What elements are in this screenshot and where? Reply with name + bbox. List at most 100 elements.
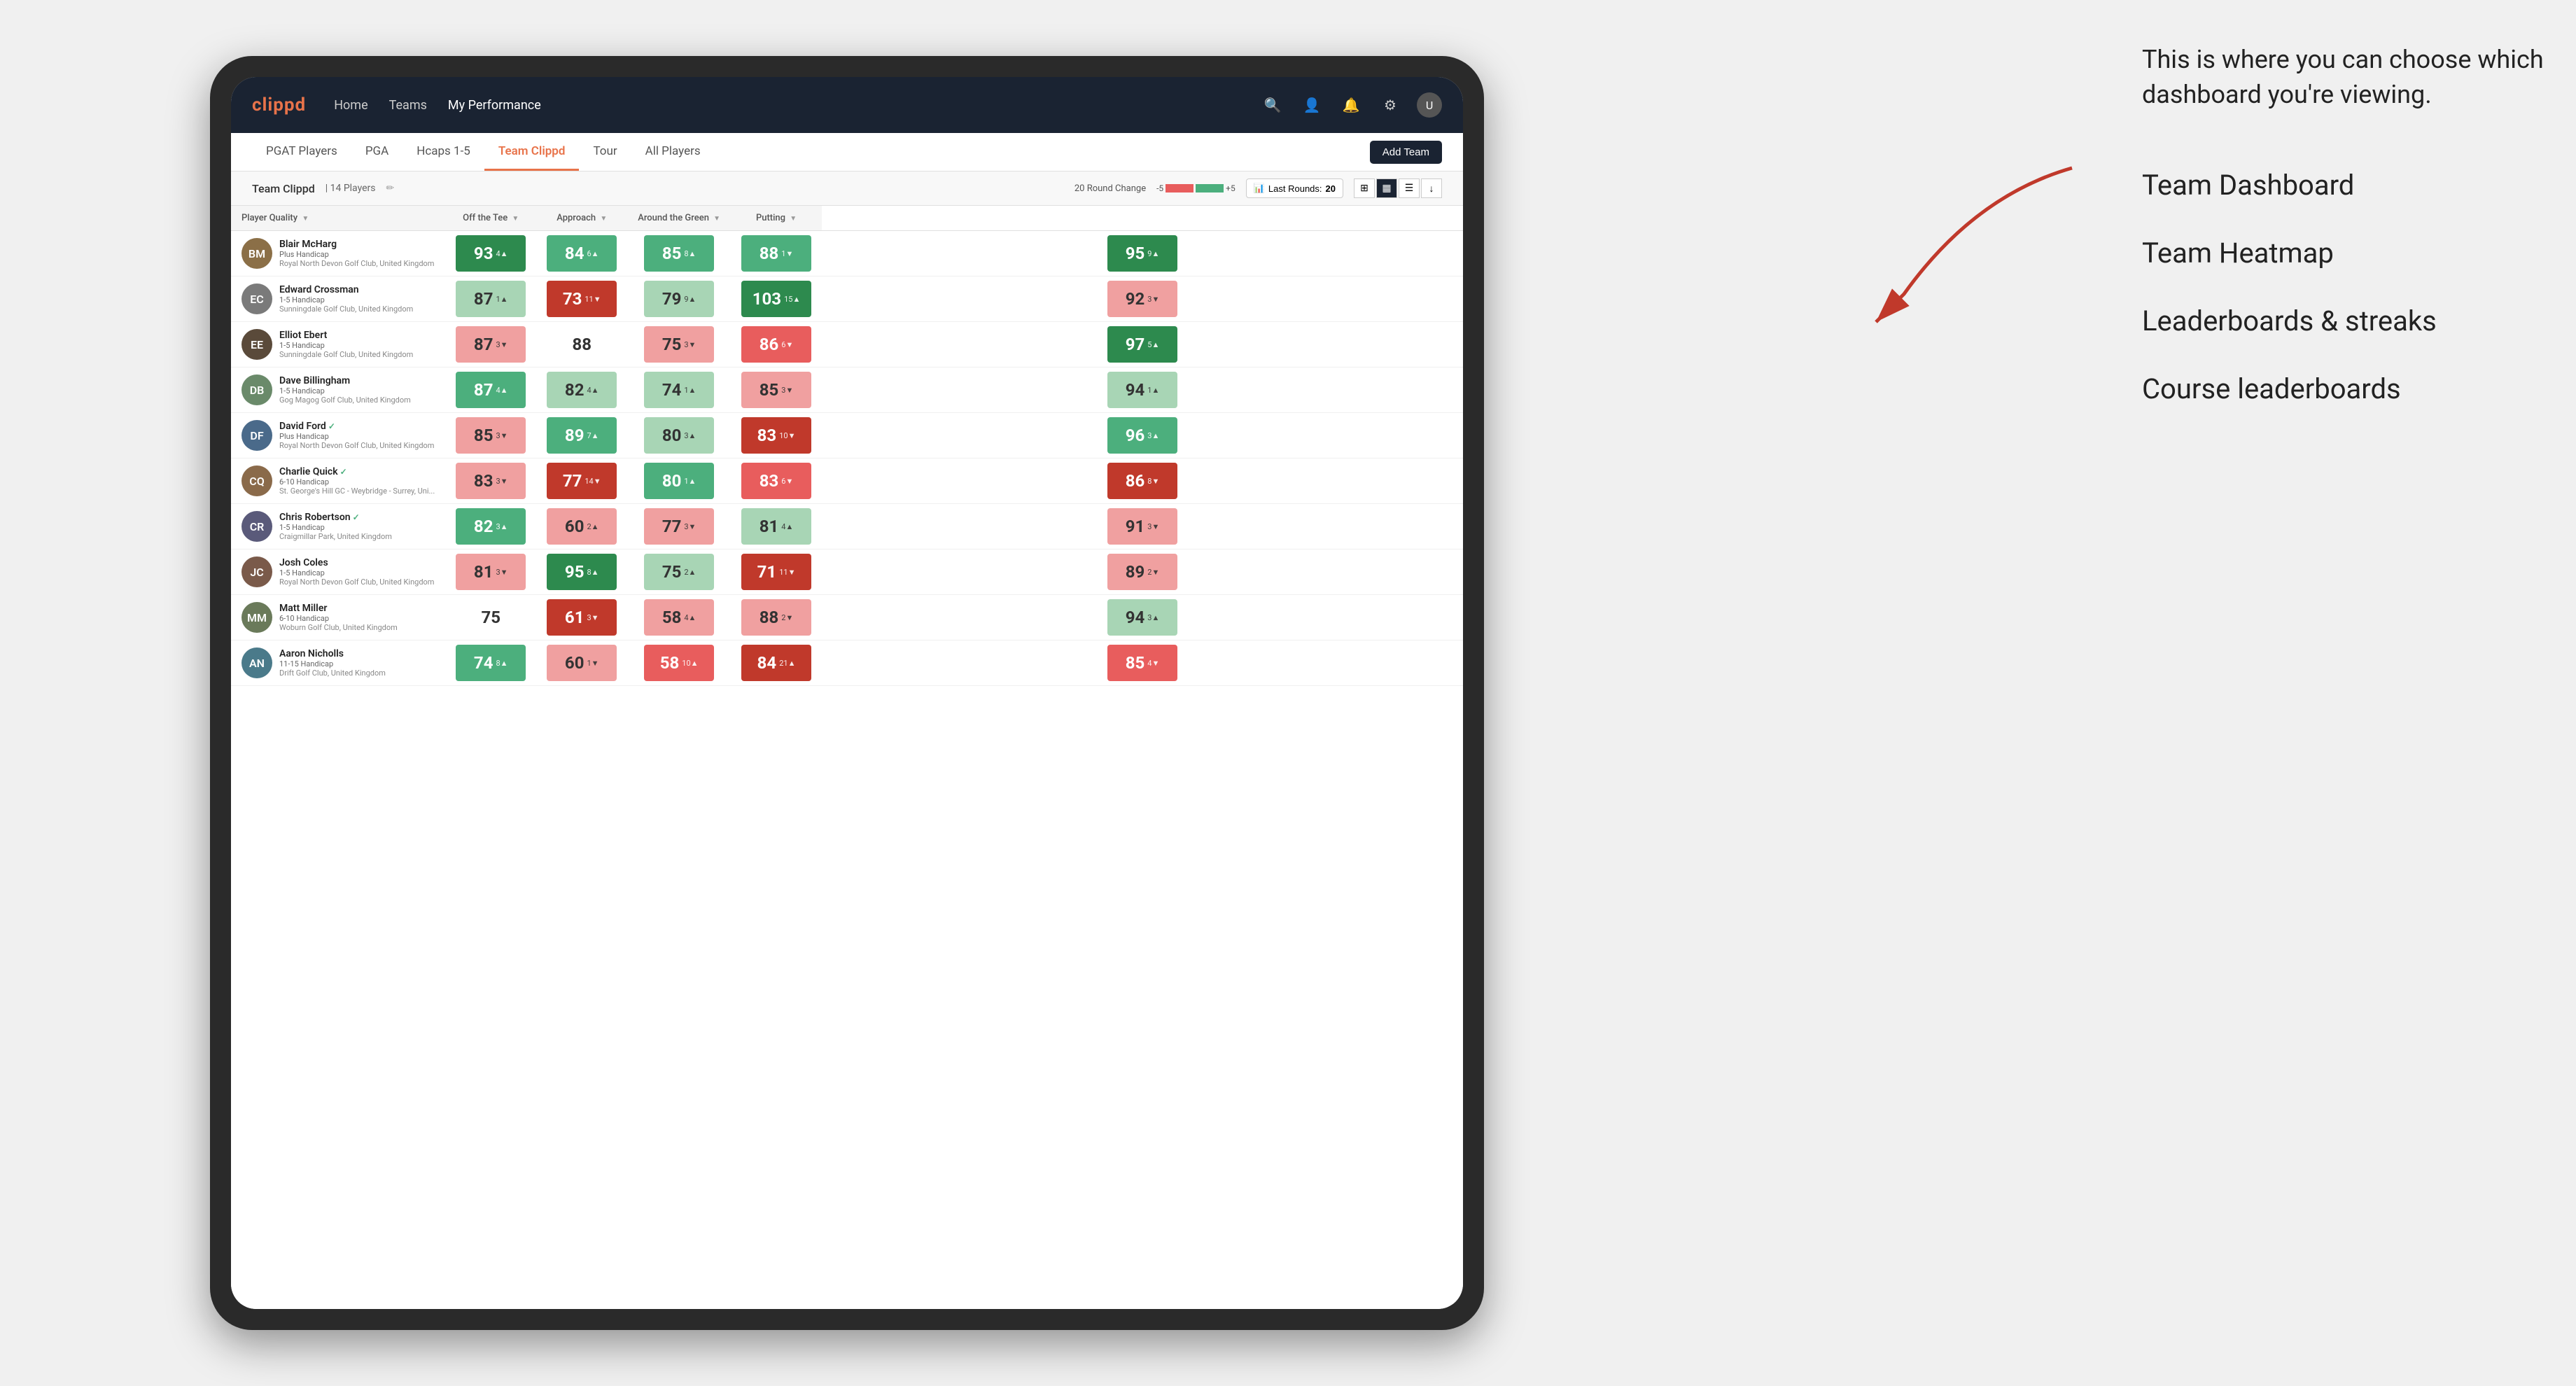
col-off-tee[interactable]: Off the Tee ▼ xyxy=(445,206,536,231)
subnav-links: PGAT Players PGA Hcaps 1-5 Team Clippd T… xyxy=(252,133,715,171)
score-around-green: 85 3▼ xyxy=(731,368,822,413)
col-around-green[interactable]: Around the Green ▼ xyxy=(627,206,731,231)
player-cell[interactable]: MM Matt Miller 6-10 Handicap Woburn Golf… xyxy=(231,595,445,640)
subnav-tour[interactable]: Tour xyxy=(579,133,631,171)
table-row: AN Aaron Nicholls 11-15 Handicap Drift G… xyxy=(231,640,1463,686)
table-row: DF David Ford✓ Plus Handicap Royal North… xyxy=(231,413,1463,458)
score-value: 88 xyxy=(760,608,779,627)
player-cell[interactable]: CQ Charlie Quick✓ 6-10 Handicap St. Geor… xyxy=(231,458,445,503)
subnav-hcaps[interactable]: Hcaps 1-5 xyxy=(402,133,484,171)
search-icon[interactable]: 🔍 xyxy=(1260,92,1285,118)
team-header-bar: Team Clippd | 14 Players ✏ 20 Round Chan… xyxy=(231,172,1463,206)
table-row: CQ Charlie Quick✓ 6-10 Handicap St. Geor… xyxy=(231,458,1463,504)
score-box: 86 6▼ xyxy=(741,326,811,363)
score-value: 94 xyxy=(1126,608,1145,627)
score-approach: 75 3▼ xyxy=(627,322,731,368)
add-team-button[interactable]: Add Team xyxy=(1370,141,1442,164)
player-name: Charlie Quick✓ xyxy=(279,466,435,477)
player-cell[interactable]: EE Elliot Ebert 1-5 Handicap Sunningdale… xyxy=(231,322,445,367)
edit-icon[interactable]: ✏ xyxy=(386,183,395,194)
settings-icon[interactable]: ⚙ xyxy=(1378,92,1403,118)
player-info: Dave Billingham 1-5 Handicap Gog Magog G… xyxy=(279,375,435,405)
user-icon[interactable]: 👤 xyxy=(1299,92,1324,118)
score-box: 58 4▲ xyxy=(644,599,714,636)
score-box: 60 2▲ xyxy=(547,508,617,545)
subnav-all-players[interactable]: All Players xyxy=(631,133,715,171)
score-around-green: 86 6▼ xyxy=(731,322,822,368)
subnav-pga[interactable]: PGA xyxy=(351,133,402,171)
annotation-area: This is where you can choose which dashb… xyxy=(2142,42,2548,440)
last-rounds-button[interactable]: 📊 Last Rounds: 20 xyxy=(1246,178,1343,198)
subnav-pgat-players[interactable]: PGAT Players xyxy=(252,133,351,171)
view-toggle: ⊞ ▦ ☰ ↓ xyxy=(1354,178,1442,198)
score-off-tee: 88 xyxy=(536,322,627,368)
player-name: Dave Billingham xyxy=(279,375,435,386)
score-approach: 58 4▲ xyxy=(627,595,731,640)
score-off-tee: 60 2▲ xyxy=(536,504,627,550)
nav-link-teams[interactable]: Teams xyxy=(389,98,427,113)
nav-link-my-performance[interactable]: My Performance xyxy=(448,98,541,113)
score-off-tee: 61 3▼ xyxy=(536,595,627,640)
view-grid-button[interactable]: ⊞ xyxy=(1354,178,1375,198)
round-change-label: 20 Round Change xyxy=(1074,183,1146,194)
player-cell[interactable]: CR Chris Robertson✓ 1-5 Handicap Craigmi… xyxy=(231,504,445,549)
player-info: Blair McHarg Plus Handicap Royal North D… xyxy=(279,239,435,268)
subnav-team-clippd[interactable]: Team Clippd xyxy=(484,133,580,171)
score-value: 74 xyxy=(662,380,682,400)
player-club: Sunningdale Golf Club, United Kingdom xyxy=(279,304,435,314)
score-player-quality: 74 8▲ xyxy=(445,640,536,686)
annotation-item-4: Course leaderboards xyxy=(2142,372,2548,405)
player-hcp: Plus Handicap xyxy=(279,250,435,259)
score-putting: 94 1▲ xyxy=(822,368,1463,413)
player-cell[interactable]: AN Aaron Nicholls 11-15 Handicap Drift G… xyxy=(231,640,445,685)
score-box: 83 6▼ xyxy=(741,463,811,499)
score-box: 83 3▼ xyxy=(456,463,526,499)
score-value: 71 xyxy=(757,562,777,582)
player-club: Sunningdale Golf Club, United Kingdom xyxy=(279,350,435,359)
score-value: 95 xyxy=(1126,244,1145,263)
annotation-intro: This is where you can choose which dashb… xyxy=(2142,42,2548,113)
player-cell[interactable]: EC Edward Crossman 1-5 Handicap Sunningd… xyxy=(231,276,445,321)
score-off-tee: 73 11▼ xyxy=(536,276,627,322)
score-box: 81 3▼ xyxy=(456,554,526,590)
bell-icon[interactable]: 🔔 xyxy=(1338,92,1364,118)
col-approach[interactable]: Approach ▼ xyxy=(536,206,627,231)
score-value: 93 xyxy=(474,244,493,263)
player-club: Woburn Golf Club, United Kingdom xyxy=(279,623,435,632)
col-player-quality[interactable]: Player Quality ▼ xyxy=(231,206,445,231)
user-avatar[interactable]: U xyxy=(1417,92,1442,118)
score-value: 92 xyxy=(1126,289,1145,309)
score-box: 94 3▲ xyxy=(1107,599,1177,636)
score-approach: 75 2▲ xyxy=(627,550,731,595)
score-box: 75 3▼ xyxy=(644,326,714,363)
player-name: Edward Crossman xyxy=(279,284,435,295)
player-avatar: CR xyxy=(241,511,272,542)
score-box: 86 8▼ xyxy=(1107,463,1177,499)
player-avatar: DB xyxy=(241,374,272,405)
score-putting: 92 3▼ xyxy=(822,276,1463,322)
score-value: 77 xyxy=(662,517,682,536)
score-value: 79 xyxy=(662,289,682,309)
score-value: 80 xyxy=(662,426,682,445)
score-value: 103 xyxy=(752,289,781,309)
player-cell[interactable]: BM Blair McHarg Plus Handicap Royal Nort… xyxy=(231,231,445,276)
annotation-item-2: Team Heatmap xyxy=(2142,237,2548,270)
score-box: 96 3▲ xyxy=(1107,417,1177,454)
annotation-item-3: Leaderboards & streaks xyxy=(2142,304,2548,337)
player-info: David Ford✓ Plus Handicap Royal North De… xyxy=(279,421,435,450)
score-around-green: 88 2▼ xyxy=(731,595,822,640)
col-putting[interactable]: Putting ▼ xyxy=(731,206,822,231)
player-cell[interactable]: JC Josh Coles 1-5 Handicap Royal North D… xyxy=(231,550,445,594)
score-box: 80 3▲ xyxy=(644,417,714,454)
annotation-items: Team Dashboard Team Heatmap Leaderboards… xyxy=(2142,169,2548,405)
player-cell[interactable]: DB Dave Billingham 1-5 Handicap Gog Mago… xyxy=(231,368,445,412)
nav-link-home[interactable]: Home xyxy=(334,98,368,113)
view-download-button[interactable]: ↓ xyxy=(1421,178,1442,198)
score-box: 97 5▲ xyxy=(1107,326,1177,363)
score-value: 85 xyxy=(474,426,493,445)
score-box: 58 10▲ xyxy=(644,645,714,681)
player-cell[interactable]: DF David Ford✓ Plus Handicap Royal North… xyxy=(231,413,445,458)
view-heatmap-button[interactable]: ▦ xyxy=(1376,178,1397,198)
view-list-button[interactable]: ☰ xyxy=(1399,178,1420,198)
score-box: 83 10▼ xyxy=(741,417,811,454)
